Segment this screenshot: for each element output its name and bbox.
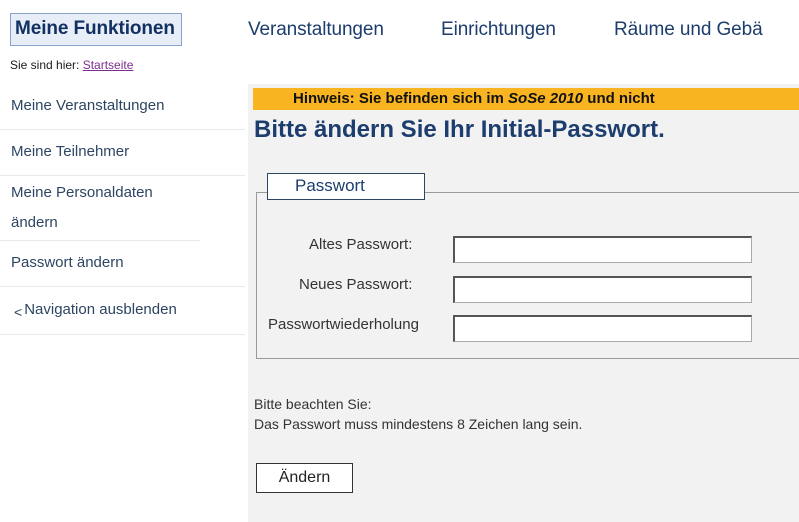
hide-navigation-label: Navigation ausblenden [24,301,177,318]
password-repeat-input[interactable] [453,315,752,342]
hint-text: Das Passwort muss mindestens 8 Zeichen l… [254,416,583,432]
password-repeat-label: Passwortwiederholung [268,316,419,333]
main-content: Hinweis: Sie befinden sich im SoSe 2010 … [248,84,799,522]
notice-semester: SoSe 2010 [508,90,584,107]
sidebar-item-meine-veranstaltungen[interactable]: Meine Veranstaltungen [0,84,245,130]
sidebar: Meine Veranstaltungen Meine Teilnehmer M… [0,84,245,335]
new-password-label: Neues Passwort: [299,276,413,293]
breadcrumb-link-startseite[interactable]: Startseite [83,58,134,72]
tab-veranstaltungen[interactable]: Veranstaltungen [248,19,384,41]
notice-prefix: Hinweis: Sie befinden sich im [293,90,509,107]
hint-heading: Bitte beachten Sie: [254,396,372,412]
old-password-label: Altes Passwort: [309,236,413,253]
sidebar-item-passwort-aendern[interactable]: Passwort ändern [0,241,245,287]
change-password-button[interactable]: Ändern [256,463,353,493]
old-password-input[interactable] [453,236,752,263]
password-hint: Bitte beachten Sie: Das Passwort muss mi… [254,394,582,434]
password-fieldset-legend: Passwort [267,173,425,200]
chevron-left-icon: < [14,304,23,320]
breadcrumb-prefix: Sie sind hier: [10,58,80,72]
tab-raeume-und-gebaeude[interactable]: Räume und Gebä [614,19,763,41]
page-title: Bitte ändern Sie Ihr Initial-Passwort. [254,116,665,143]
new-password-input[interactable] [453,276,752,303]
hide-navigation-link[interactable]: < Navigation ausblenden [0,287,245,335]
semester-notice-banner: Hinweis: Sie befinden sich im SoSe 2010 … [253,88,799,110]
tab-meine-funktionen[interactable]: Meine Funktionen [10,13,182,46]
breadcrumb: Sie sind hier: Startseite [10,58,133,72]
top-navigation: Meine Funktionen Veranstaltungen Einrich… [0,0,799,58]
tab-einrichtungen[interactable]: Einrichtungen [441,19,556,41]
notice-suffix: und nicht [583,90,655,107]
sidebar-item-personaldaten-aendern[interactable]: Meine Personaldaten ändern [0,176,200,241]
sidebar-item-meine-teilnehmer[interactable]: Meine Teilnehmer [0,130,245,176]
